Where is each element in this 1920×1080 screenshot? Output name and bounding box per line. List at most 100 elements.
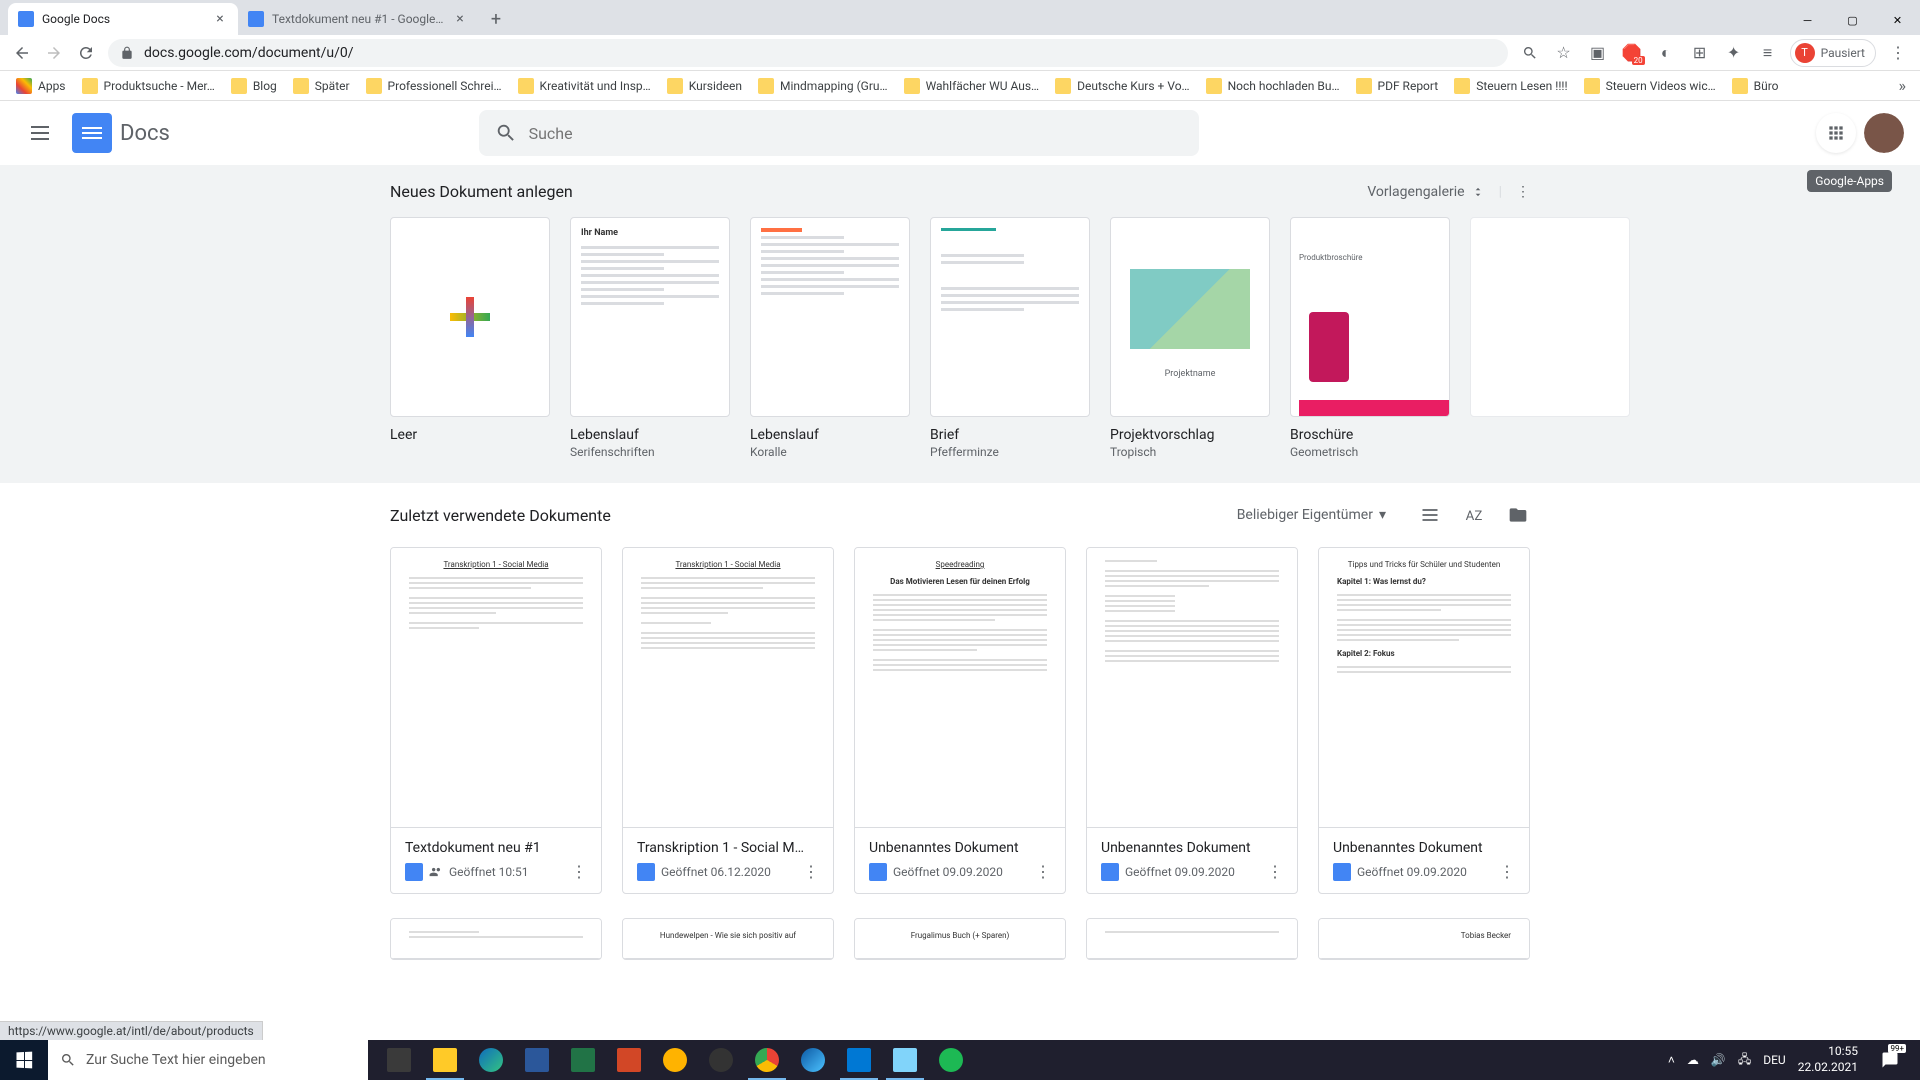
template-gallery-button[interactable]: Vorlagengalerie <box>1367 184 1484 200</box>
template-thumb[interactable]: Ihr Name <box>570 217 730 417</box>
taskbar-word[interactable] <box>514 1040 560 1080</box>
template-brochure[interactable]: Produktbroschüre Broschüre Geometrisch <box>1290 217 1450 459</box>
doc-card[interactable]: Hundewelpen - Wie sie sich positiv auf <box>622 918 834 960</box>
doc-card[interactable]: Frugalimus Buch (+ Sparen) <box>854 918 1066 960</box>
bookmark-item[interactable]: Mindmapping (Gru… <box>750 78 896 94</box>
doc-card[interactable]: Transkription 1 - Social Media Textdokum… <box>390 547 602 894</box>
bookmark-star-icon[interactable]: ☆ <box>1548 37 1580 69</box>
template-thumb[interactable]: Produktbroschüre <box>1290 217 1450 417</box>
sort-button[interactable]: AZ <box>1462 503 1486 527</box>
list-view-button[interactable] <box>1418 503 1442 527</box>
tray-onedrive-icon[interactable]: ☁ <box>1687 1053 1699 1067</box>
bookmark-item[interactable]: Steuern Lesen !!!! <box>1446 78 1575 94</box>
folder-icon <box>1356 78 1372 94</box>
bookmark-item[interactable]: PDF Report <box>1348 78 1447 94</box>
doc-card[interactable]: Transkription 1 - Social Media Transkrip… <box>622 547 834 894</box>
bookmark-item[interactable]: Steuern Videos wic… <box>1576 78 1724 94</box>
back-button[interactable] <box>6 37 38 69</box>
template-resume-1[interactable]: Ihr Name Lebenslauf Serifenschriften <box>570 217 730 459</box>
template-project[interactable]: Projektname Projektvorschlag Tropisch <box>1110 217 1270 459</box>
bookmark-item[interactable]: Deutsche Kurs + Vo… <box>1047 78 1197 94</box>
taskbar-spotify[interactable] <box>928 1040 974 1080</box>
new-tab-button[interactable]: + <box>482 5 510 33</box>
template-resume-2[interactable]: Lebenslauf Koralle <box>750 217 910 459</box>
templates-more-button[interactable]: ⋮ <box>1516 184 1530 200</box>
bookmark-item[interactable]: Noch hochladen Bu… <box>1198 78 1348 94</box>
docs-logo-icon[interactable] <box>72 113 112 153</box>
tray-volume-icon[interactable]: 🔊 <box>1711 1053 1726 1067</box>
taskbar-clock[interactable]: 10:55 22.02.2021 <box>1798 1044 1858 1075</box>
doc-more-button[interactable]: ⋮ <box>1499 862 1515 881</box>
bookmark-item[interactable]: Büro <box>1724 78 1787 94</box>
taskbar-notepad[interactable] <box>882 1040 928 1080</box>
task-view-button[interactable] <box>376 1040 422 1080</box>
doc-card[interactable]: Tobias Becker <box>1318 918 1530 960</box>
doc-more-button[interactable]: ⋮ <box>803 862 819 881</box>
address-bar[interactable]: docs.google.com/document/u/0/ <box>108 39 1508 67</box>
close-icon[interactable]: × <box>212 11 228 27</box>
bookmark-apps[interactable]: Apps <box>8 78 74 94</box>
template-thumb[interactable] <box>390 217 550 417</box>
doc-card[interactable]: Speedreading Das Motivieren Lesen für de… <box>854 547 1066 894</box>
tray-language[interactable]: DEU <box>1763 1053 1785 1067</box>
start-button[interactable] <box>0 1040 48 1080</box>
taskbar-powerpoint[interactable] <box>606 1040 652 1080</box>
doc-card[interactable]: Tipps und Tricks für Schüler und Student… <box>1318 547 1530 894</box>
taskbar-app[interactable] <box>836 1040 882 1080</box>
account-avatar[interactable] <box>1864 113 1904 153</box>
taskbar-search[interactable]: Zur Suche Text hier eingeben <box>48 1040 368 1080</box>
tray-chevron-up-icon[interactable]: ˄ <box>1668 1053 1675 1067</box>
taskbar-edge-chromium[interactable] <box>790 1040 836 1080</box>
taskbar-edge[interactable] <box>468 1040 514 1080</box>
taskbar-chrome[interactable] <box>744 1040 790 1080</box>
template-letter[interactable]: Brief Pfefferminze <box>930 217 1090 459</box>
template-thumb[interactable] <box>930 217 1090 417</box>
search-box[interactable] <box>479 110 1199 156</box>
doc-more-button[interactable]: ⋮ <box>1035 862 1051 881</box>
template-thumb[interactable]: Projektname <box>1110 217 1270 417</box>
zoom-icon[interactable] <box>1514 37 1546 69</box>
template-thumb[interactable] <box>750 217 910 417</box>
bookmark-item[interactable]: Professionell Schrei… <box>358 78 510 94</box>
doc-more-button[interactable]: ⋮ <box>1267 862 1283 881</box>
owner-filter-dropdown[interactable]: Beliebiger Eigentümer ▾ <box>1237 507 1386 523</box>
browser-tab-1[interactable]: Google Docs × <box>8 3 238 35</box>
bookmark-item[interactable]: Kreativität und Insp… <box>510 78 659 94</box>
forward-button[interactable] <box>38 37 70 69</box>
taskbar-obs[interactable] <box>698 1040 744 1080</box>
extension-qr-icon[interactable]: ▣ <box>1582 37 1614 69</box>
adblock-icon[interactable]: 🛑20 <box>1616 37 1648 69</box>
doc-more-button[interactable]: ⋮ <box>571 862 587 881</box>
taskbar-app[interactable] <box>652 1040 698 1080</box>
maximize-button[interactable]: ▢ <box>1830 5 1875 35</box>
template-blank[interactable]: Leer <box>390 217 550 459</box>
doc-card[interactable]: Unbenanntes Dokument Geöffnet 09.09.2020… <box>1086 547 1298 894</box>
main-menu-button[interactable] <box>16 109 64 157</box>
taskbar-excel[interactable] <box>560 1040 606 1080</box>
reload-button[interactable] <box>70 37 102 69</box>
close-button[interactable]: ✕ <box>1875 5 1920 35</box>
browser-tab-2[interactable]: Textdokument neu #1 - Google D × <box>238 3 478 35</box>
folder-button[interactable] <box>1506 503 1530 527</box>
reading-list-icon[interactable]: ≡ <box>1752 37 1784 69</box>
extensions-puzzle-icon[interactable]: ✦ <box>1718 37 1750 69</box>
extension-icon[interactable]: ◐ <box>1650 37 1682 69</box>
taskbar-explorer[interactable] <box>422 1040 468 1080</box>
search-input[interactable] <box>529 124 1183 143</box>
doc-card[interactable] <box>390 918 602 960</box>
chrome-menu-button[interactable]: ⋮ <box>1882 37 1914 69</box>
bookmarks-overflow[interactable]: » <box>1893 76 1913 95</box>
minimize-button[interactable]: ─ <box>1785 5 1830 35</box>
bookmark-item[interactable]: Kursideen <box>659 78 750 94</box>
close-icon[interactable]: × <box>452 11 468 27</box>
bookmark-item[interactable]: Blog <box>223 78 285 94</box>
profile-paused-chip[interactable]: T Pausiert <box>1790 39 1876 67</box>
tray-network-icon[interactable]: 🖧 <box>1738 1050 1751 1071</box>
extension-icon[interactable]: ⊞ <box>1684 37 1716 69</box>
bookmark-item[interactable]: Wahlfächer WU Aus… <box>896 78 1048 94</box>
bookmark-item[interactable]: Später <box>285 78 358 94</box>
notifications-button[interactable]: 99+ <box>1870 1040 1910 1080</box>
bookmark-item[interactable]: Produktsuche - Mer… <box>74 78 223 94</box>
doc-card[interactable] <box>1086 918 1298 960</box>
google-apps-button[interactable] <box>1816 113 1856 153</box>
